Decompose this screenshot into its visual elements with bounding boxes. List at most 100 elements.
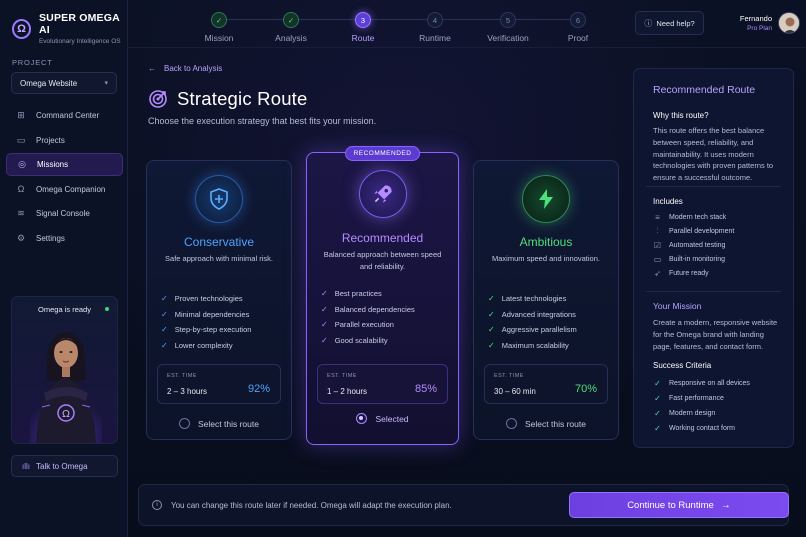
est-time: 30 – 60 min [494,387,536,396]
list-item: ✓ Lower complexity [161,340,233,350]
user-plan: Pro Plan [747,25,772,32]
need-help-button[interactable]: ⓘ Need help? [635,11,704,35]
step-number: 5 [500,12,516,28]
project-label: PROJECT [12,58,53,67]
sidebar-item-label: Omega Companion [36,184,106,194]
need-help-label: Need help? [656,18,695,28]
command-center-icon: ⊞ [17,110,25,120]
step-proof[interactable]: 6 Proof [548,12,608,43]
omega-logo-icon: Ω [12,18,31,39]
target-icon [149,90,167,108]
list-item: ✓ Proven technologies [161,294,243,304]
route-card-ambitious[interactable]: Ambitious Maximum speed and innovation. … [473,160,619,440]
confidence-value: 70% [574,383,597,395]
project-select-value: Omega Website [20,78,78,88]
card-title: Conservative [183,235,255,249]
sidebar-item-missions[interactable]: ◎ Missions [6,153,123,176]
arrow-right-icon: → [720,499,731,511]
estimate-box: EST. TIME 30 – 60 min 70% [484,364,608,404]
why-title: Why this route? [653,111,709,120]
est-label: EST. TIME [494,373,524,379]
user-name: Fernando [739,14,772,23]
step-verification[interactable]: 5 Verification [478,12,538,43]
brand-name: SUPER OMEGA AI [38,12,120,36]
sidebar-item-command-center[interactable]: ⊞ Command Center [6,104,123,127]
radio-icon [179,418,191,429]
step-route[interactable]: 3 Route [333,12,393,43]
criteria-list: ✓ Responsive on all devices ✓ Fast perform… [653,376,750,436]
est-label: EST. TIME [167,373,197,379]
sidebar-item-projects[interactable]: ▭ Projects [6,129,123,152]
waveform-icon: ıllı [22,461,30,471]
check-icon: ✓ [321,335,328,345]
includes-title: Includes [653,197,683,206]
omega-avatar: Ω [30,332,102,443]
card-title: Recommended [341,231,424,245]
step-runtime[interactable]: 4 Runtime [405,12,465,43]
continue-label: Continue to Runtime [627,499,714,511]
check-circle-icon: ✓ [654,409,661,418]
step-label: Mission [204,33,234,43]
est-label: EST. TIME [327,373,357,379]
est-time: 1 – 2 hours [327,387,368,396]
step-label: Proof [567,33,589,43]
selected-route-radio[interactable]: Selected [307,413,458,424]
main-content: ← Back to Analysis Strategic Route Choos… [128,48,789,537]
project-select[interactable]: Omega Website ▾ [11,72,117,94]
step-label: Analysis [275,33,307,43]
rocket-icon: ➶ [654,269,661,279]
feature-list: ✓ Proven technologies ✓ Minimal dependenci… [161,291,251,353]
brand-subtitle: Evolutionary Intelligence OS [38,38,121,45]
route-card-conservative[interactable]: Conservative Safe approach with minimal … [146,160,292,440]
list-item: ✓ Latest technologies [488,294,567,304]
list-item: ✓ Good scalability [321,335,388,345]
parallel-icon: ⫶ [656,226,659,236]
step-label: Verification [487,33,529,43]
status-dot [105,307,109,311]
confidence-value: 92% [247,383,270,395]
list-item: ⫶ Parallel development [653,224,735,238]
list-item: ☑ Automated testing [653,240,726,250]
user-avatar-image [779,13,799,33]
check-icon: ✓ [283,12,299,28]
help-icon: ⓘ [644,18,653,28]
card-title: Ambitious [519,235,573,249]
select-route-radio[interactable]: Select this route [147,418,291,429]
list-item: ✓ Modern design [654,409,716,418]
page-title: Strategic Route [177,88,308,109]
step-analysis[interactable]: ✓ Analysis [261,12,321,43]
lightning-icon [522,175,570,223]
info-icon: i [152,500,162,510]
check-icon: ✓ [488,309,495,319]
continue-button[interactable]: Continue to Runtime → [569,492,789,518]
avatar[interactable] [778,12,800,34]
recommended-route-panel: Recommended Route Why this route? This r… [633,68,794,448]
panel-title: Recommended Route [653,84,756,96]
feature-list: ✓ Best practices ✓ Balanced dependencies ✓… [321,286,415,348]
user-menu[interactable]: Fernando Pro Plan [718,9,800,37]
route-card-recommended[interactable]: RECOMMENDED Recommended Balanced approac… [306,146,459,445]
step-number: 6 [570,12,586,28]
omega-companion-panel: Omega is ready Ω [11,296,118,444]
sidebar-item-settings[interactable]: ⚙ Settings [6,227,123,250]
select-route-radio[interactable]: Select this route [474,418,618,429]
talk-to-omega-button[interactable]: ıllı Talk to Omega [11,455,118,477]
back-link[interactable]: ← Back to Analysis [148,64,222,73]
check-icon: ✓ [161,309,168,319]
list-item: ✓ Working contact form [654,424,736,433]
brand[interactable]: Ω SUPER OMEGA AI Evolutionary Intelligen… [12,12,127,45]
target-icon: ◎ [18,159,26,169]
check-circle-icon: ✓ [654,394,661,403]
list-item: ✓ Maximum scalability [488,340,569,350]
svg-text:Ω: Ω [62,409,70,420]
mission-title: Your Mission [653,301,702,311]
step-mission[interactable]: ✓ Mission [189,12,249,43]
monitor-icon: ▭ [653,255,662,265]
divider [646,291,781,292]
sidebar-item-omega-companion[interactable]: Ω Omega Companion [6,178,123,201]
radio-icon [506,418,518,429]
sidebar-item-signal-console[interactable]: ≋ Signal Console [6,202,123,225]
omega-icon: Ω [17,184,25,194]
check-icon: ✓ [321,320,328,330]
sidebar-item-label: Projects [36,135,65,145]
